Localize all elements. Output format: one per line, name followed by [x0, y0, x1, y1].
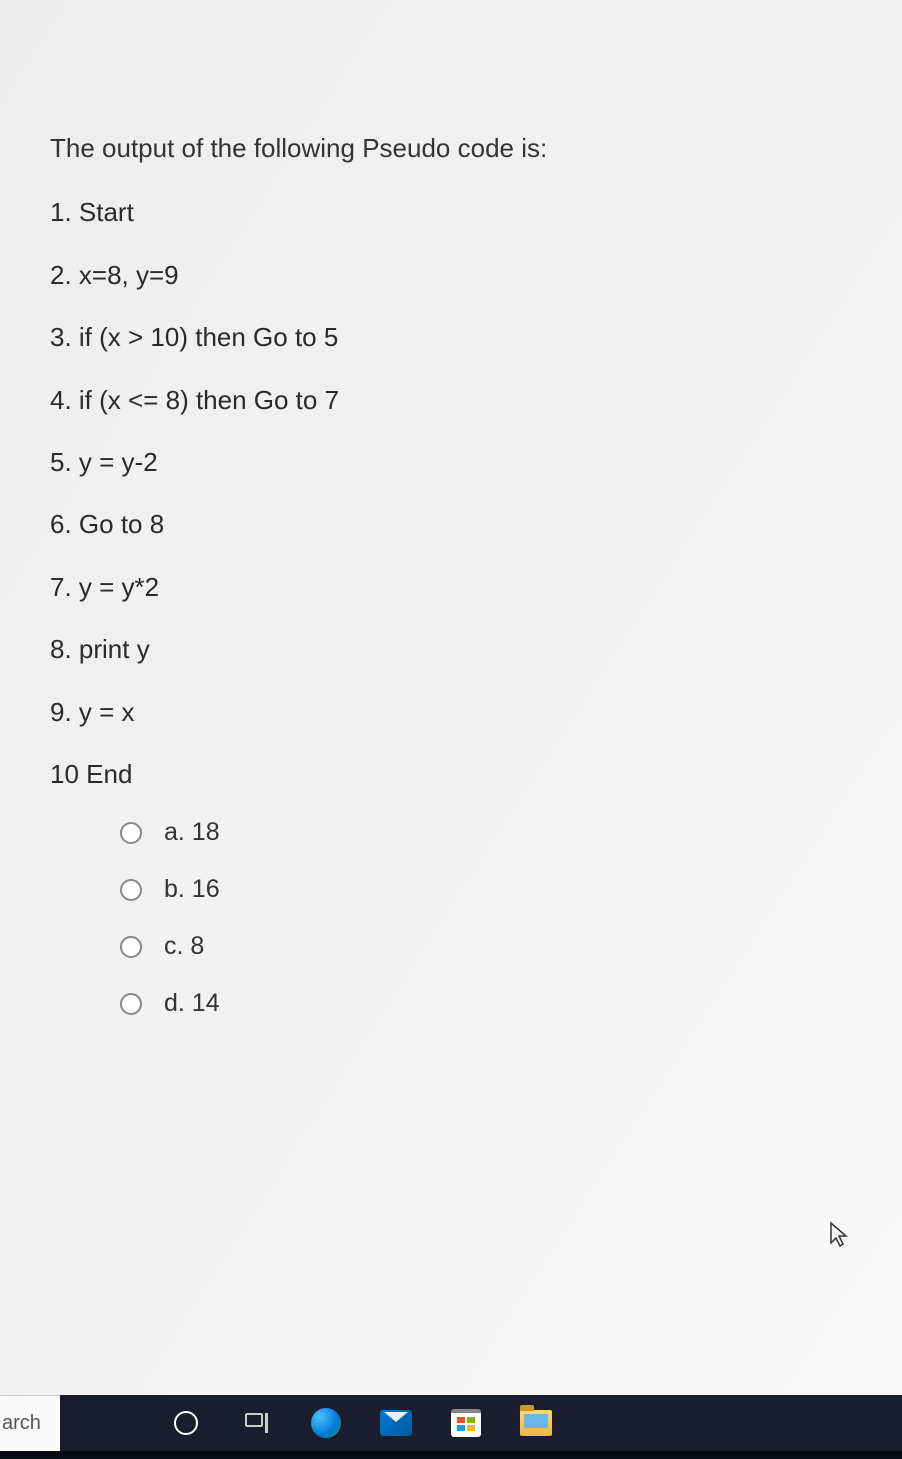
option-c[interactable]: c. 8: [120, 932, 862, 961]
screen-edge: [0, 1451, 902, 1459]
code-line: 4. if (x <= 8) then Go to 7: [50, 382, 862, 418]
cursor-icon: [828, 1221, 852, 1249]
radio-icon: [120, 822, 142, 844]
radio-icon: [120, 993, 142, 1015]
search-text: arch: [2, 1412, 41, 1435]
option-label: c. 8: [164, 932, 204, 961]
code-line: 8. print y: [50, 631, 862, 667]
code-line: 6. Go to 8: [50, 506, 862, 542]
taskbar-icons: [60, 1395, 902, 1451]
file-explorer-icon[interactable]: [520, 1407, 552, 1439]
question-content: The output of the following Pseudo code …: [0, 0, 902, 1395]
code-line: 3. if (x > 10) then Go to 5: [50, 319, 862, 355]
taskbar: arch: [0, 1395, 902, 1451]
radio-icon: [120, 936, 142, 958]
code-line: 1. Start: [50, 194, 862, 230]
option-label: b. 16: [164, 875, 220, 904]
edge-icon[interactable]: [310, 1407, 342, 1439]
code-line: 5. y = y-2: [50, 444, 862, 480]
code-line: 7. y = y*2: [50, 569, 862, 605]
code-line: 2. x=8, y=9: [50, 257, 862, 293]
code-line: 10 End: [50, 756, 862, 792]
options-list: a. 18 b. 16 c. 8 d. 14: [50, 818, 862, 1018]
task-view-icon[interactable]: [240, 1407, 272, 1439]
code-line: 9. y = x: [50, 694, 862, 730]
mail-icon[interactable]: [380, 1407, 412, 1439]
option-label: d. 14: [164, 989, 220, 1018]
option-label: a. 18: [164, 818, 220, 847]
question-prompt: The output of the following Pseudo code …: [50, 130, 862, 166]
cortana-icon[interactable]: [170, 1407, 202, 1439]
option-d[interactable]: d. 14: [120, 989, 862, 1018]
search-box[interactable]: arch: [0, 1395, 60, 1451]
option-a[interactable]: a. 18: [120, 818, 862, 847]
store-icon[interactable]: [450, 1407, 482, 1439]
radio-icon: [120, 879, 142, 901]
option-b[interactable]: b. 16: [120, 875, 862, 904]
